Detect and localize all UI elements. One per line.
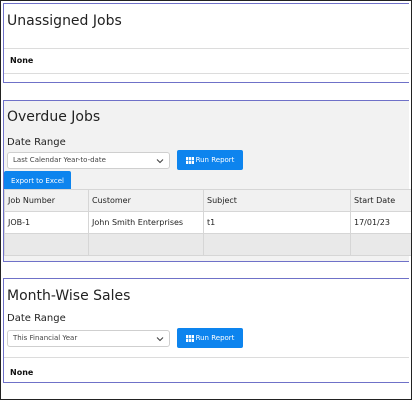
table-grid-icon [185, 156, 194, 164]
panel-title: Month-Wise Sales [7, 288, 131, 304]
table-grid-icon [185, 334, 194, 342]
cell-start-date: 17/01/23 [350, 211, 412, 234]
column-header-subject[interactable]: Subject [203, 189, 351, 212]
chevron-down-icon [156, 159, 164, 164]
run-report-label: Run Report [195, 334, 235, 342]
table-row[interactable]: JOB-1 John Smith Enterprises t1 17/01/23 [4, 211, 412, 234]
column-header-customer[interactable]: Customer [88, 189, 204, 212]
date-range-label: Date Range [7, 313, 66, 324]
date-range-select[interactable]: This Financial Year [7, 330, 170, 347]
date-range-value: Last Calendar Year-to-date [13, 156, 106, 164]
table-header-row: Job Number Customer Subject Start Date [4, 189, 412, 212]
date-range-value: This Financial Year [13, 334, 78, 342]
column-header-start-date[interactable]: Start Date [350, 189, 412, 212]
cell-subject: t1 [203, 211, 351, 234]
overdue-jobs-table: Job Number Customer Subject Start Date J… [4, 189, 412, 256]
column-header-job-number[interactable]: Job Number [4, 189, 89, 212]
divider [4, 357, 409, 358]
date-range-label: Date Range [7, 137, 66, 148]
run-report-label: Run Report [195, 156, 235, 164]
run-report-button[interactable]: Run Report [177, 328, 243, 348]
export-to-excel-button[interactable]: Export to Excel [4, 171, 71, 191]
divider [4, 73, 409, 74]
divider [4, 48, 409, 49]
month-wise-sales-panel: Month-Wise Sales Date Range This Financi… [3, 278, 409, 383]
cell-job-number[interactable]: JOB-1 [4, 211, 89, 234]
empty-state-text: None [10, 56, 34, 65]
empty-state-text: None [10, 368, 34, 377]
unassigned-jobs-panel: Unassigned Jobs None [3, 3, 409, 83]
cell-customer: John Smith Enterprises [88, 211, 204, 234]
chevron-down-icon [156, 337, 164, 342]
panel-title: Unassigned Jobs [7, 13, 122, 29]
date-range-select[interactable]: Last Calendar Year-to-date [7, 152, 170, 169]
overdue-jobs-panel: Overdue Jobs Date Range Last Calendar Ye… [3, 100, 412, 262]
panel-title: Overdue Jobs [7, 109, 101, 125]
table-footer-row [4, 233, 412, 256]
run-report-button[interactable]: Run Report [177, 150, 243, 170]
